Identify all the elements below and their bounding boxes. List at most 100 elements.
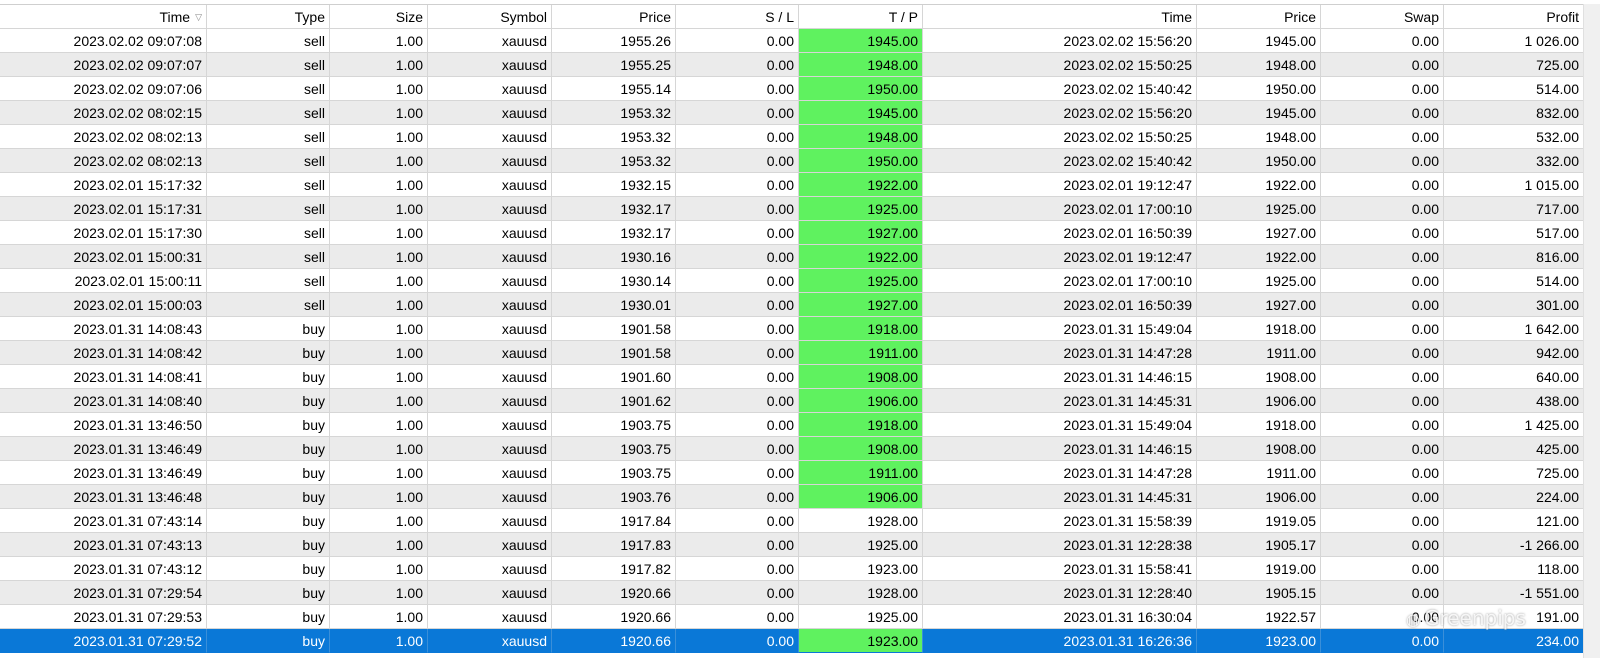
table-row[interactable]: 2023.01.31 14:08:42 buy 1.00 xauusd 1901.58 0… xyxy=(0,341,1584,365)
table-row[interactable]: 2023.01.31 07:43:13 buy 1.00 xauusd 1917.83 0… xyxy=(0,533,1584,557)
vertical-scrollbar[interactable] xyxy=(1583,4,1600,658)
table-body: 2023.02.02 09:07:08 sell 1.00 xauusd 1955.26… xyxy=(0,29,1584,653)
cell-close-time: 2023.01.31 14:46:15 xyxy=(923,437,1197,461)
watermark: ◍ Greenpips xyxy=(1406,606,1526,630)
cell-close-price: 1906.00 xyxy=(1197,389,1321,413)
column-header-type[interactable]: Type xyxy=(207,5,330,29)
cell-size: 1.00 xyxy=(330,173,428,197)
cell-size: 1.00 xyxy=(330,293,428,317)
table-row[interactable]: 2023.01.31 07:43:14 buy 1.00 xauusd 1917.84 0… xyxy=(0,509,1584,533)
table-row[interactable]: 2023.01.31 13:46:49 buy 1.00 xauusd 1903.75 0… xyxy=(0,461,1584,485)
cell-open-price: 1930.01 xyxy=(552,293,676,317)
table-row[interactable]: 2023.02.02 08:02:13 sell 1.00 xauusd 1953.32… xyxy=(0,149,1584,173)
cell-take-profit: 1927.00 xyxy=(799,293,923,317)
column-header-symbol[interactable]: Symbol xyxy=(428,5,552,29)
table-row[interactable]: 2023.02.02 09:07:06 sell 1.00 xauusd 1955.14… xyxy=(0,77,1584,101)
cell-stop-loss: 0.00 xyxy=(676,77,799,101)
table-row[interactable]: 2023.02.01 15:00:31 sell 1.00 xauusd 1930.16… xyxy=(0,245,1584,269)
table-row[interactable]: 2023.01.31 07:29:54 buy 1.00 xauusd 1920.66 0… xyxy=(0,581,1584,605)
cell-symbol: xauusd xyxy=(428,101,552,125)
cell-stop-loss: 0.00 xyxy=(676,629,799,653)
table-row[interactable]: 2023.02.01 15:17:30 sell 1.00 xauusd 1932.17… xyxy=(0,221,1584,245)
cell-size: 1.00 xyxy=(330,485,428,509)
table-row[interactable]: 2023.02.02 09:07:08 sell 1.00 xauusd 1955.26… xyxy=(0,29,1584,53)
table-row[interactable]: 2023.01.31 13:46:49 buy 1.00 xauusd 1903.75 0… xyxy=(0,437,1584,461)
cell-size: 1.00 xyxy=(330,557,428,581)
cell-take-profit: 1945.00 xyxy=(799,101,923,125)
cell-profit: 725.00 xyxy=(1444,53,1584,77)
cell-symbol: xauusd xyxy=(428,245,552,269)
cell-profit: 425.00 xyxy=(1444,437,1584,461)
cell-swap: 0.00 xyxy=(1321,53,1444,77)
cell-symbol: xauusd xyxy=(428,365,552,389)
cell-open-price: 1920.66 xyxy=(552,581,676,605)
cell-swap: 0.00 xyxy=(1321,317,1444,341)
table-row[interactable]: 2023.02.02 08:02:13 sell 1.00 xauusd 1953.32… xyxy=(0,125,1584,149)
table-row[interactable]: 2023.01.31 07:43:12 buy 1.00 xauusd 1917.82 0… xyxy=(0,557,1584,581)
table-row[interactable]: 2023.02.01 15:17:31 sell 1.00 xauusd 1932.17… xyxy=(0,197,1584,221)
cell-take-profit: 1928.00 xyxy=(799,581,923,605)
cell-close-time: 2023.01.31 16:26:36 xyxy=(923,629,1197,653)
cell-size: 1.00 xyxy=(330,461,428,485)
cell-stop-loss: 0.00 xyxy=(676,509,799,533)
column-header-swap[interactable]: Swap xyxy=(1321,5,1444,29)
table-row[interactable]: 2023.01.31 07:29:53 buy 1.00 xauusd 1920.66 0… xyxy=(0,605,1584,629)
cell-profit: 1 642.00 xyxy=(1444,317,1584,341)
cell-close-time: 2023.02.01 19:12:47 xyxy=(923,245,1197,269)
cell-type: sell xyxy=(207,29,330,53)
table-row[interactable]: 2023.01.31 13:46:48 buy 1.00 xauusd 1903.76 0… xyxy=(0,485,1584,509)
cell-open-price: 1955.26 xyxy=(552,29,676,53)
cell-close-time: 2023.02.02 15:40:42 xyxy=(923,149,1197,173)
cell-profit: 517.00 xyxy=(1444,221,1584,245)
cell-swap: 0.00 xyxy=(1321,581,1444,605)
cell-open-price: 1920.66 xyxy=(552,629,676,653)
cell-open-price: 1953.32 xyxy=(552,101,676,125)
column-header-close-price[interactable]: Price xyxy=(1197,5,1321,29)
cell-close-time: 2023.01.31 16:30:04 xyxy=(923,605,1197,629)
table-row[interactable]: 2023.02.01 15:00:03 sell 1.00 xauusd 1930.01… xyxy=(0,293,1584,317)
table-row[interactable]: 2023.01.31 13:46:50 buy 1.00 xauusd 1903.75 0… xyxy=(0,413,1584,437)
cell-close-price: 1925.00 xyxy=(1197,269,1321,293)
cell-open-price: 1932.15 xyxy=(552,173,676,197)
cell-open-price: 1930.14 xyxy=(552,269,676,293)
cell-symbol: xauusd xyxy=(428,605,552,629)
cell-type: sell xyxy=(207,293,330,317)
cell-size: 1.00 xyxy=(330,221,428,245)
table-row[interactable]: 2023.01.31 14:08:40 buy 1.00 xauusd 1901.62 0… xyxy=(0,389,1584,413)
cell-type: sell xyxy=(207,269,330,293)
cell-take-profit: 1908.00 xyxy=(799,437,923,461)
column-header-size[interactable]: Size xyxy=(330,5,428,29)
table-row[interactable]: 2023.02.01 15:00:11 sell 1.00 xauusd 1930.14… xyxy=(0,269,1584,293)
cell-open-price: 1903.75 xyxy=(552,461,676,485)
table-row[interactable]: 2023.02.02 09:07:07 sell 1.00 xauusd 1955.25… xyxy=(0,53,1584,77)
cell-stop-loss: 0.00 xyxy=(676,245,799,269)
cell-size: 1.00 xyxy=(330,389,428,413)
cell-profit: -1 551.00 xyxy=(1444,581,1584,605)
cell-size: 1.00 xyxy=(330,509,428,533)
cell-open-price: 1901.60 xyxy=(552,365,676,389)
cell-take-profit: 1923.00 xyxy=(799,557,923,581)
cell-open-time: 2023.01.31 07:29:53 xyxy=(0,605,207,629)
table-row[interactable]: 2023.01.31 14:08:43 buy 1.00 xauusd 1901.58 0… xyxy=(0,317,1584,341)
trade-history-table: Time ▽ Type Size Symbol Price S / L T / P… xyxy=(0,4,1584,653)
column-header-profit[interactable]: Profit xyxy=(1444,5,1584,29)
column-header-open-time[interactable]: Time ▽ xyxy=(0,5,207,29)
table-row[interactable]: 2023.02.02 08:02:15 sell 1.00 xauusd 1953.32… xyxy=(0,101,1584,125)
cell-size: 1.00 xyxy=(330,581,428,605)
cell-open-price: 1903.76 xyxy=(552,485,676,509)
cell-open-time: 2023.02.01 15:17:30 xyxy=(0,221,207,245)
cell-profit: 717.00 xyxy=(1444,197,1584,221)
column-header-stop-loss[interactable]: S / L xyxy=(676,5,799,29)
table-row[interactable]: 2023.01.31 14:08:41 buy 1.00 xauusd 1901.60 0… xyxy=(0,365,1584,389)
column-header-close-time[interactable]: Time xyxy=(923,5,1197,29)
cell-symbol: xauusd xyxy=(428,293,552,317)
cell-open-time: 2023.02.02 08:02:13 xyxy=(0,125,207,149)
cell-swap: 0.00 xyxy=(1321,389,1444,413)
table-row-selected[interactable]: 2023.01.31 07:29:52 buy 1.00 xauusd 1920.66 0… xyxy=(0,629,1584,653)
column-header-open-price[interactable]: Price xyxy=(552,5,676,29)
cell-close-time: 2023.01.31 15:58:41 xyxy=(923,557,1197,581)
cell-open-time: 2023.02.02 09:07:07 xyxy=(0,53,207,77)
table-row[interactable]: 2023.02.01 15:17:32 sell 1.00 xauusd 1932.15… xyxy=(0,173,1584,197)
cell-swap: 0.00 xyxy=(1321,149,1444,173)
column-header-take-profit[interactable]: T / P xyxy=(799,5,923,29)
